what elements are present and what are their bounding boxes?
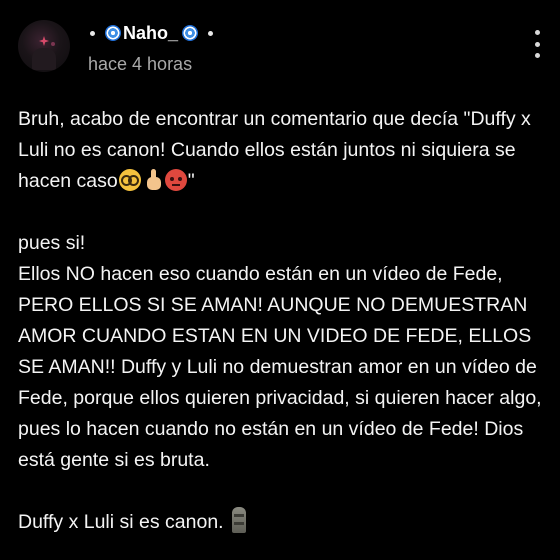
avatar-spark-dot [51,42,55,46]
avatar-spark [39,36,49,46]
paragraph-2-line-1: pues si! [18,232,86,254]
username-row[interactable]: Naho_ [86,20,221,46]
nerd-face-icon [118,169,141,191]
paragraph-3-text: Duffy x Luli si es canon. [18,511,224,533]
cyclone-icon [105,25,121,41]
paragraph-1-end: " [187,170,195,192]
angry-face-icon [164,169,187,191]
pointing-up-icon [143,169,163,191]
moai-icon [230,507,248,533]
username[interactable]: Naho_ [123,23,178,44]
cyclone-icon [182,25,199,41]
paragraph-1-text: Bruh, acabo de encontrar un comentario q… [18,108,531,192]
dot-decoration [90,30,95,36]
avatar-figure [32,48,56,70]
post-body: Bruh, acabo de encontrar un comentario q… [18,104,548,538]
paragraph-3: Duffy x Luli si es canon. [18,507,548,538]
paragraph-1: Bruh, acabo de encontrar un comentario q… [18,104,548,197]
timestamp: hace 4 horas [88,54,193,74]
dot-decoration [208,30,214,36]
post-header: Naho_ hace 4 horas [0,0,560,90]
paragraph-2: Ellos NO hacen eso cuando están en un ví… [18,263,542,471]
avatar[interactable] [18,20,70,72]
more-vertical-icon[interactable] [526,30,548,58]
